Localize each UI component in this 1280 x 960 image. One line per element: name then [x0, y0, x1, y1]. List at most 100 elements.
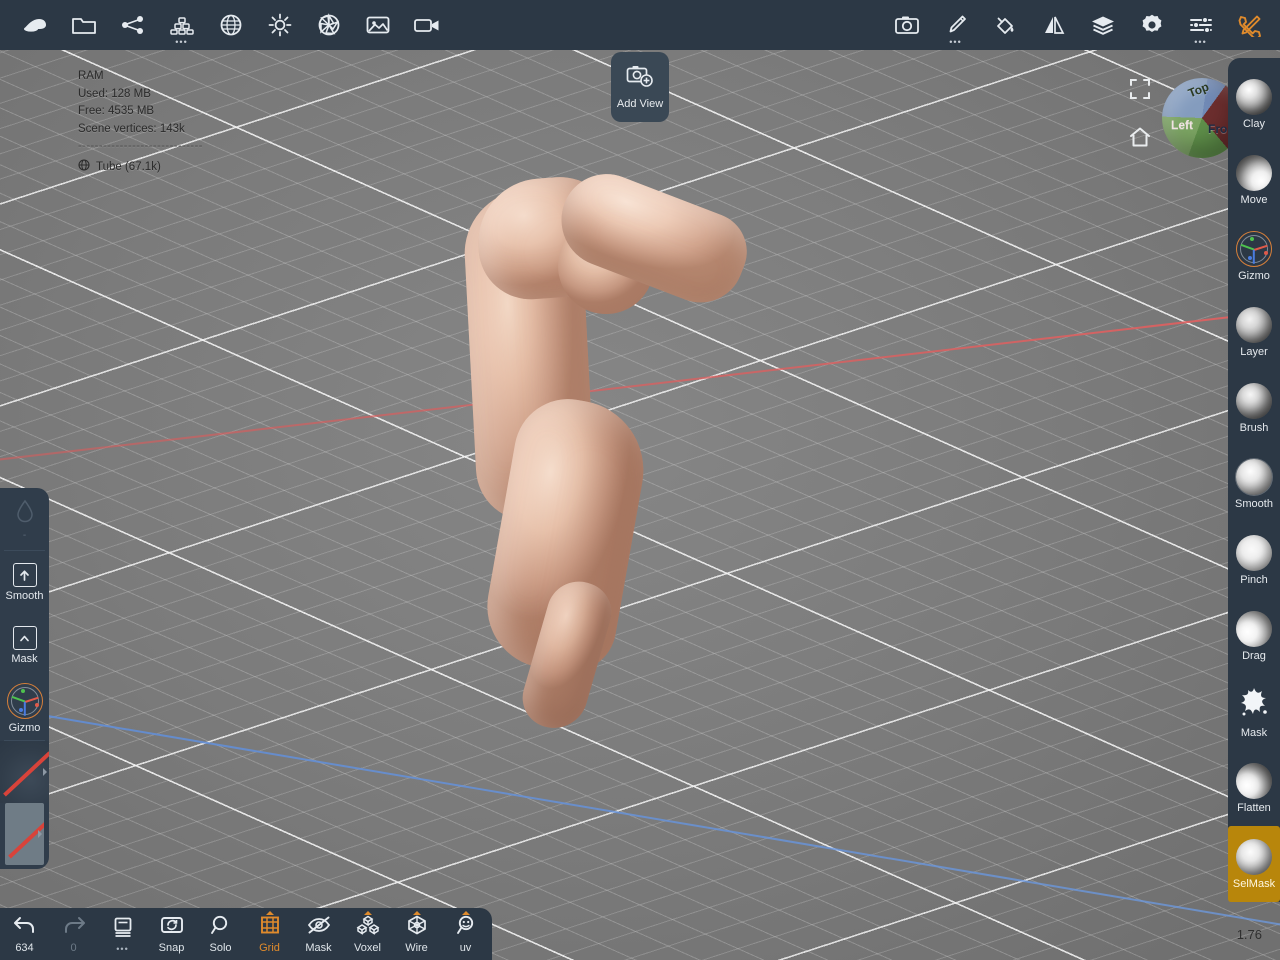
stats-vertices: Scene vertices: 143k [78, 122, 185, 135]
gizmo-orbit-icon [6, 683, 43, 719]
sidebar-tool-selmask-label: SelMask [1232, 877, 1276, 890]
drag-ball-icon [1236, 610, 1272, 647]
aperture-icon[interactable] [304, 0, 353, 50]
paint-bucket-icon[interactable] [980, 0, 1029, 50]
sculpt-model-tube[interactable] [430, 161, 830, 736]
uv-label: uv [459, 942, 472, 954]
mirror-icon[interactable] [1029, 0, 1078, 50]
snap-button[interactable]: Snap [147, 908, 196, 960]
share-nodes-icon[interactable] [108, 0, 157, 50]
sidebar-tool-selmask[interactable]: SelMask [1228, 826, 1280, 902]
uv-caret-icon[interactable] [461, 911, 470, 915]
alpha-swatch[interactable] [0, 741, 49, 803]
left-tool-smooth-label: Smooth [5, 590, 44, 602]
sidebar-tool-pinch-label: Pinch [1240, 573, 1268, 586]
left-tool-mask-label: Mask [11, 653, 38, 665]
sliders-icon[interactable]: ••• [1176, 0, 1225, 50]
gear-icon[interactable] [1127, 0, 1176, 50]
left-tool-smooth[interactable]: Smooth [0, 551, 49, 614]
sidebar-tool-drag[interactable]: Drag [1228, 598, 1280, 674]
droplet-icon [14, 498, 36, 529]
globe-sphere-icon[interactable] [206, 0, 255, 50]
paint-brush-icon[interactable]: ••• [931, 0, 980, 50]
undo-count: 634 [15, 942, 34, 954]
sidebar-tool-gizmo[interactable]: Gizmo [1228, 218, 1280, 294]
sliders-more-dots[interactable]: ••• [1176, 38, 1225, 47]
clay-ball-icon [1236, 78, 1272, 115]
document-layers-icon [112, 916, 134, 945]
layers-menu-dots[interactable]: ••• [116, 945, 128, 954]
sidebar-tool-mask[interactable]: Mask [1228, 674, 1280, 750]
redo-count: 0 [70, 942, 77, 954]
stats-separator: ------------------------------ [78, 140, 203, 152]
texture-swatch[interactable] [5, 803, 44, 865]
wire-caret-icon[interactable] [412, 911, 421, 915]
grid-toggle[interactable]: Grid [245, 908, 294, 960]
voxel-button[interactable]: Voxel [343, 908, 392, 960]
sidebar-tool-smooth[interactable]: Smooth [1228, 446, 1280, 522]
arrow-up-box-icon [12, 563, 37, 587]
gizmo-orbit-icon [1236, 230, 1272, 267]
sidebar-tool-layer[interactable]: Layer [1228, 294, 1280, 370]
sidebar-tool-mask-label: Mask [1240, 727, 1268, 739]
sidebar-tool-flatten[interactable]: Flatten [1228, 750, 1280, 826]
wrench-tools-icon[interactable] [1225, 0, 1274, 50]
fullscreen-corners-icon[interactable] [1123, 72, 1157, 106]
paint-brush-more-dots[interactable]: ••• [931, 38, 980, 47]
left-tool-gizmo-label: Gizmo [8, 722, 41, 734]
sidebar-tool-brush[interactable]: Brush [1228, 370, 1280, 446]
caret-up-box-icon [12, 626, 37, 650]
stats-used: Used: 128 MB [78, 87, 151, 100]
stack-bricks-icon[interactable]: ••• [157, 0, 206, 50]
snap-camera-icon [159, 914, 185, 941]
smooth-ball-icon [1236, 458, 1272, 495]
wire-toggle[interactable]: Wire [392, 908, 441, 960]
view-controls [1123, 72, 1157, 154]
home-icon[interactable] [1123, 120, 1157, 154]
stats-free: Free: 4535 MB [78, 105, 155, 117]
texture-expand-arrow-icon[interactable] [38, 830, 42, 838]
solo-label: Solo [209, 942, 232, 954]
wireframe-icon [404, 914, 430, 941]
uv-button[interactable]: uv [441, 908, 490, 960]
add-view-button[interactable]: Add View [611, 52, 669, 122]
undo-icon [12, 914, 38, 941]
zoom-level-value: 1.76 [1236, 927, 1262, 942]
pinch-ball-icon [1236, 534, 1272, 571]
nav-face-left[interactable]: Left [1171, 118, 1193, 132]
left-tool-panel: - Smooth Mask Gizmo [0, 488, 49, 869]
grid-caret-icon[interactable] [265, 911, 274, 915]
sidebar-tool-drag-label: Drag [1242, 649, 1266, 662]
nav-face-top[interactable]: Top [1186, 80, 1211, 101]
layers-menu-button[interactable]: ••• [98, 908, 147, 960]
grid-label: Grid [259, 942, 280, 954]
magnifier-icon [209, 914, 233, 941]
camera-icon[interactable] [882, 0, 931, 50]
redo-button[interactable]: 0 [49, 908, 98, 960]
voxel-caret-icon[interactable] [363, 911, 372, 915]
layers-icon[interactable] [1078, 0, 1127, 50]
voxel-cubes-icon [355, 914, 381, 941]
intensity-slot[interactable]: - [0, 488, 49, 550]
sidebar-tool-clay[interactable]: Clay [1228, 66, 1280, 142]
alpha-expand-arrow-icon[interactable] [43, 768, 47, 776]
stack-bricks-more-dots[interactable]: ••• [157, 38, 206, 47]
stats-object-name: Tube (67.1k) [96, 161, 161, 173]
folder-icon[interactable] [59, 0, 108, 50]
video-camera-icon[interactable] [402, 0, 451, 50]
mask-visibility-toggle[interactable]: Mask [294, 908, 343, 960]
left-tool-mask[interactable]: Mask [0, 614, 49, 677]
snap-label: Snap [158, 942, 185, 954]
sidebar-tool-move[interactable]: Move [1228, 142, 1280, 218]
sidebar-tool-pinch[interactable]: Pinch [1228, 522, 1280, 598]
sidebar-tool-move-label: Move [1240, 193, 1268, 206]
undo-button[interactable]: 634 [0, 908, 49, 960]
left-tool-gizmo[interactable]: Gizmo [0, 677, 49, 740]
sun-icon[interactable] [255, 0, 304, 50]
solo-button[interactable]: Solo [196, 908, 245, 960]
camera-plus-icon [626, 64, 654, 93]
layer-ball-icon [1236, 306, 1272, 343]
top-toolbar-left-group: ••• [0, 0, 451, 50]
sculpt-logo-icon[interactable] [10, 0, 59, 50]
image-icon[interactable] [353, 0, 402, 50]
